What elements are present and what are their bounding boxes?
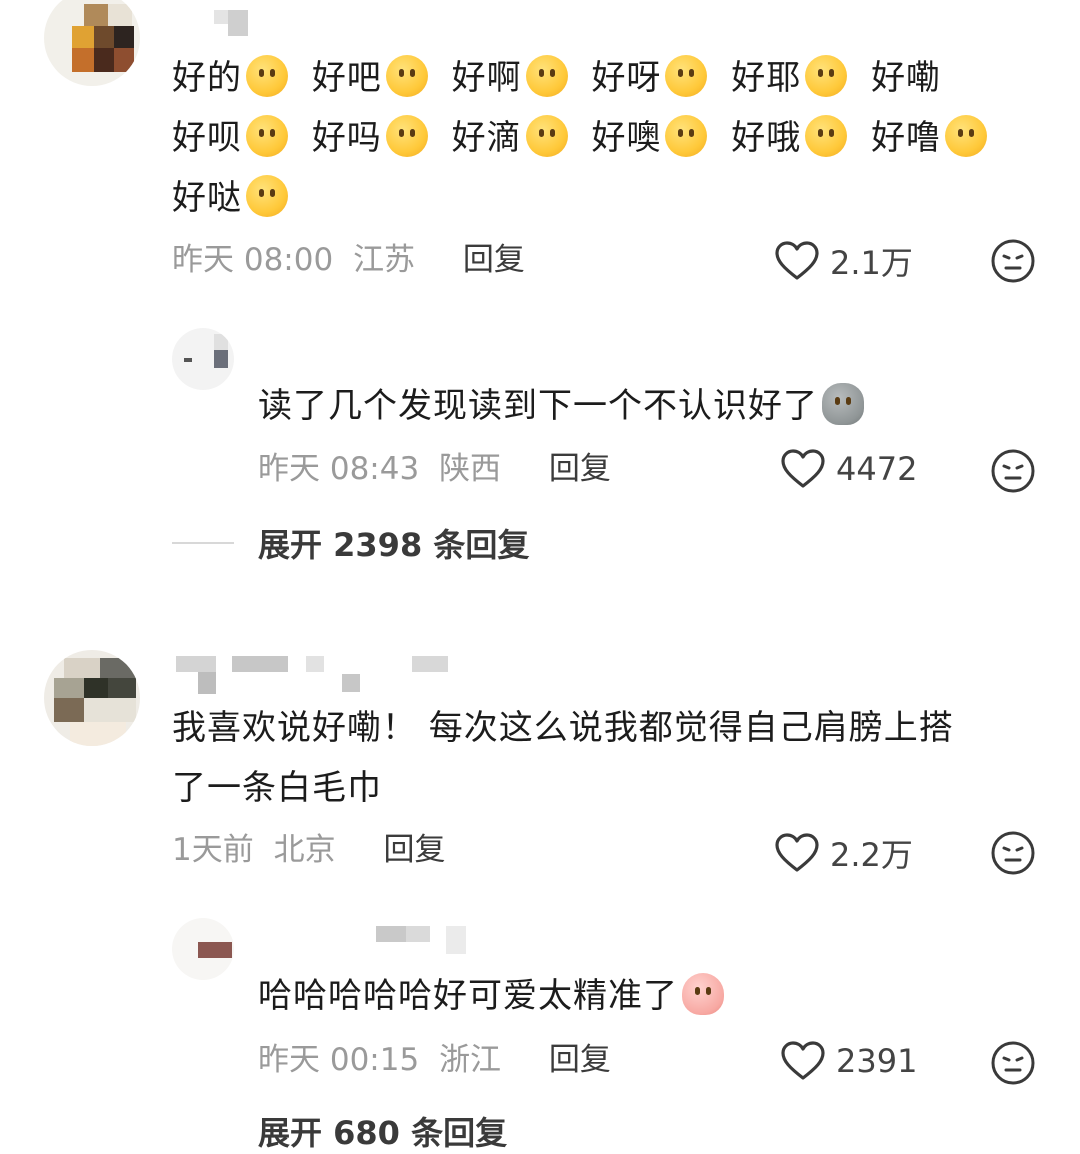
text-segment: 好吗 <box>311 118 382 158</box>
heart-outline-icon <box>781 449 825 488</box>
text-segment: 好噜 <box>871 118 942 158</box>
comment-meta: 昨天 08:43 陕西 回复 <box>258 449 621 489</box>
reply-button[interactable]: 回复 <box>549 451 611 487</box>
expand-replies-label: 展开 2398 条回复 <box>258 526 530 564</box>
emoji-icon <box>665 55 708 97</box>
location: 江苏 <box>353 242 416 278</box>
dislike-button[interactable] <box>990 448 1036 498</box>
emoji-icon <box>525 55 568 97</box>
like-count: 2391 <box>836 1042 918 1080</box>
emoji-icon <box>246 175 288 217</box>
timestamp: 1天前 <box>172 832 254 868</box>
timestamp: 昨天 00:15 <box>258 1042 420 1078</box>
text-segment: 好噢 <box>591 118 662 158</box>
emoji-icon <box>665 115 708 157</box>
username-blurred[interactable] <box>376 926 468 956</box>
meh-face-icon <box>991 831 1035 875</box>
text-segment: 好吧 <box>311 58 382 98</box>
emoji-icon <box>385 55 428 97</box>
heart-outline-icon <box>781 1041 825 1080</box>
text-segment: 好的 <box>172 58 242 98</box>
comment-meta: 昨天 08:00 江苏 回复 <box>172 240 535 280</box>
meh-face-icon <box>991 239 1035 283</box>
emoji-icon <box>945 115 988 157</box>
comment-text-content: 读了几个发现读到下一个不认识好了 <box>258 386 818 426</box>
comment-meta: 昨天 00:15 浙江 回复 <box>258 1040 621 1080</box>
text-segment: 好啊 <box>451 58 522 98</box>
text-segment: 好哒 <box>172 178 242 218</box>
meh-face-icon <box>991 1041 1035 1085</box>
dislike-button[interactable] <box>990 830 1036 880</box>
comment-text: 哈哈哈哈哈好可爱太精准了 <box>258 966 736 1026</box>
heart-outline-icon <box>775 833 819 872</box>
text-line: 我喜欢说好嘞！ 每次这么说我都觉得自己肩膀上搭 <box>172 708 954 748</box>
emoji-icon <box>805 115 848 157</box>
meh-face-icon <box>991 449 1035 493</box>
timestamp: 昨天 08:43 <box>258 451 420 487</box>
avatar[interactable] <box>172 918 234 980</box>
reply-button[interactable]: 回复 <box>463 242 525 278</box>
reply-button[interactable]: 回复 <box>383 832 445 868</box>
expand-replies-button[interactable]: 展开 2398 条回复 <box>172 520 529 566</box>
emoji-icon <box>822 383 864 425</box>
text-line: 好呗 好吗 好滴 好噢 好哦 好噜 <box>172 108 1002 168</box>
like-button[interactable]: 2.1万 <box>774 238 913 284</box>
username-blurred[interactable] <box>214 10 254 38</box>
divider-line <box>172 542 234 544</box>
like-count: 2.1万 <box>830 244 913 282</box>
like-button[interactable]: 2.2万 <box>774 830 913 876</box>
text-line: 了一条白毛巾 <box>172 768 382 808</box>
timestamp: 昨天 08:00 <box>172 242 334 278</box>
text-line: 好哒 <box>172 168 1002 228</box>
text-segment: 好哦 <box>731 118 802 158</box>
emoji-icon <box>246 55 288 97</box>
reply-button[interactable]: 回复 <box>549 1042 611 1078</box>
expand-replies-label: 展开 680 条回复 <box>258 1114 508 1152</box>
emoji-icon <box>682 973 724 1015</box>
like-count: 2.2万 <box>830 836 913 874</box>
text-segment: 好嘞 <box>871 58 942 98</box>
like-button[interactable]: 4472 <box>780 448 917 490</box>
emoji-icon <box>385 115 428 157</box>
emoji-icon <box>805 55 848 97</box>
text-segment: 好呀 <box>591 58 662 98</box>
avatar[interactable] <box>44 0 140 86</box>
text-segment: 好呗 <box>172 118 242 158</box>
text-segment: 好滴 <box>451 118 522 158</box>
text-line: 好的 好吧 好啊 好呀 好耶 好嘞 <box>172 48 1002 108</box>
like-count: 4472 <box>836 450 918 488</box>
comment-text: 好的 好吧 好啊 好呀 好耶 好嘞 好呗 好吗 好滴 好噢 好哦 好噜 好哒 <box>172 48 1002 228</box>
avatar[interactable] <box>172 328 234 390</box>
comment-text: 我喜欢说好嘞！ 每次这么说我都觉得自己肩膀上搭 了一条白毛巾 <box>172 698 1032 818</box>
expand-replies-button[interactable]: 展开 680 条回复 <box>258 1108 507 1154</box>
avatar[interactable] <box>44 650 140 746</box>
location: 浙江 <box>439 1042 502 1078</box>
emoji-icon <box>246 115 288 157</box>
emoji-icon <box>525 115 568 157</box>
location: 陕西 <box>439 451 502 487</box>
like-button[interactable]: 2391 <box>780 1040 917 1082</box>
dislike-button[interactable] <box>990 238 1036 288</box>
text-segment: 好耶 <box>731 58 802 98</box>
heart-outline-icon <box>775 241 819 280</box>
username-blurred[interactable] <box>176 656 456 696</box>
comment-meta: 1天前 北京 回复 <box>172 830 455 870</box>
comment-text: 读了几个发现读到下一个不认识好了 <box>258 376 876 436</box>
dislike-button[interactable] <box>990 1040 1036 1090</box>
comment-text-content: 哈哈哈哈哈好可爱太精准了 <box>258 976 678 1016</box>
location: 北京 <box>273 832 336 868</box>
